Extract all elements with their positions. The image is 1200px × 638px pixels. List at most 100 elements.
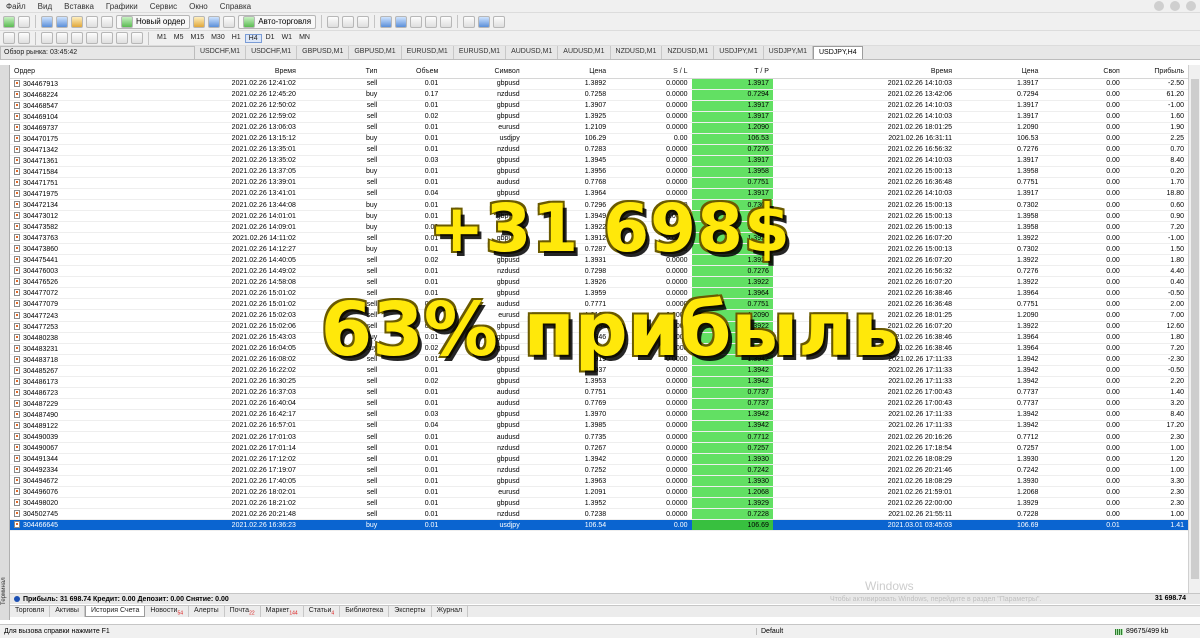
zoom-in-icon[interactable] [380,15,393,28]
table-row[interactable]: 304486173 2021.02.26 16:30:25 sell 0.02 gbpu… [10,376,1188,388]
table-row[interactable]: 304466645 2021.02.26 16:36:23 buy 0.01 usdjp… [10,519,1188,532]
col-volume[interactable]: Объем [381,65,443,79]
timeframe-h4[interactable]: H4 [244,33,262,43]
chart-tab[interactable]: GBPUSD,M1 [349,46,402,59]
periods-icon[interactable] [478,15,491,28]
bar-chart-icon[interactable] [327,15,340,28]
minimize-icon[interactable] [1154,1,1164,11]
chart-tab[interactable]: AUDUSD,M1 [558,46,611,59]
col-close-price[interactable]: Цена [955,65,1043,79]
menu-item[interactable]: Справка [214,2,257,11]
table-row[interactable]: 304472134 2021.02.26 13:44:08 buy 0.01 nzdus… [10,199,1188,212]
table-row[interactable]: 304468547 2021.02.26 12:50:02 sell 0.01 gbpu… [10,100,1188,112]
horizontal-line-icon[interactable] [56,32,68,44]
table-row[interactable]: 304486723 2021.02.26 16:37:03 sell 0.01 audu… [10,387,1188,399]
table-row[interactable]: 304480238 2021.02.26 15:43:03 buy 0.01 gbpus… [10,332,1188,344]
candlestick-icon[interactable] [342,15,355,28]
terminal-tab[interactable]: Маркет144 [261,606,304,617]
col-tp[interactable]: T / P [691,65,773,79]
table-row[interactable]: 304473012 2021.02.26 14:01:01 buy 0.01 gbpus… [10,210,1188,223]
data-window-icon[interactable] [56,15,68,28]
table-row[interactable]: 304471361 2021.02.26 13:35:02 sell 0.03 gbpu… [10,155,1188,167]
templates-icon[interactable] [493,15,506,28]
col-sl[interactable]: S / L [610,65,692,79]
arrows-icon[interactable] [131,32,143,44]
chart-shift-icon[interactable] [440,15,453,28]
indicators-icon[interactable] [463,15,476,28]
terminal-tab[interactable]: Статьи4 [304,606,341,617]
col-profit[interactable]: Прибыль [1123,65,1188,79]
navigator-icon[interactable] [71,15,83,28]
table-row[interactable]: 304502745 2021.02.26 20:21:48 sell 0.01 nzdu… [10,508,1188,521]
col-symbol[interactable]: Символ [442,65,524,79]
timeframe-h1[interactable]: H1 [229,34,244,43]
table-row[interactable]: 304477253 2021.02.26 15:02:06 sell 0.03 gbpu… [10,321,1188,333]
timeframe-m15[interactable]: M15 [187,34,207,43]
terminal-tab[interactable]: Торговля [10,606,51,617]
cursor-icon[interactable] [3,32,15,44]
menu-item[interactable]: Окно [183,2,214,11]
metaeditor-icon[interactable] [193,15,206,28]
chart-tab[interactable]: USDJPY,M1 [714,46,764,59]
close-icon[interactable] [1186,1,1196,11]
terminal-tab[interactable]: Активы [50,606,85,617]
table-row[interactable]: 304483718 2021.02.26 16:08:02 sell 0.01 gbpu… [10,354,1188,366]
signals-icon[interactable] [208,15,221,28]
menu-item[interactable]: Вид [32,2,58,11]
new-order-button[interactable]: Новый ордер [116,14,191,29]
market-watch-icon[interactable] [41,15,53,28]
timeframe-m5[interactable]: M5 [171,34,187,43]
table-row[interactable]: 304477072 2021.02.26 15:01:02 sell 0.01 gbpu… [10,287,1188,300]
new-chart-icon[interactable] [3,15,15,28]
autoscroll-icon[interactable] [425,15,438,28]
table-row[interactable]: 304473763 2021.02.26 14:11:02 sell 0.01 gbpu… [10,232,1188,245]
terminal-tab[interactable]: Библиотека [340,606,390,617]
table-row[interactable]: 304496076 2021.02.26 18:02:01 sell 0.01 euru… [10,486,1188,499]
terminal-tab[interactable]: Алерты [189,606,225,617]
table-row[interactable]: 304490039 2021.02.26 17:01:03 sell 0.01 audu… [10,431,1188,444]
table-row[interactable]: 304471342 2021.02.26 13:35:01 sell 0.01 nzdu… [10,144,1188,156]
chart-tab[interactable]: USDJPY,H4 [813,46,863,59]
table-row[interactable]: 304494672 2021.02.26 17:40:05 sell 0.01 gbpu… [10,475,1188,488]
table-row[interactable]: 304471975 2021.02.26 13:41:01 sell 0.04 gbpu… [10,188,1188,201]
col-time[interactable]: Время [116,65,300,79]
table-row[interactable]: 304487490 2021.02.26 16:42:17 sell 0.03 gbpu… [10,409,1188,421]
chart-tab[interactable]: GBPUSD,M1 [297,46,350,59]
profiles-icon[interactable] [18,15,30,28]
table-row[interactable]: 304483231 2021.02.26 16:04:05 buy 0.02 gbpus… [10,343,1188,355]
menu-item[interactable]: Файл [0,2,32,11]
table-row[interactable]: 304489122 2021.02.26 16:57:01 sell 0.04 gbpu… [10,420,1188,433]
chart-tab[interactable]: USDCHF,M1 [246,46,298,59]
menu-item[interactable]: Графики [100,2,144,11]
terminal-tab[interactable]: Журнал [432,606,469,617]
chart-tab[interactable]: NZDUSD,M1 [611,46,663,59]
table-row[interactable]: 304476526 2021.02.26 14:58:08 sell 0.01 gbpu… [10,276,1188,289]
chart-tab[interactable]: EURUSD,M1 [402,46,454,59]
chart-tab[interactable]: USDJPY,M1 [764,46,813,59]
table-row[interactable]: 304477243 2021.02.26 15:02:03 sell 0.01 euru… [10,309,1188,322]
table-row[interactable]: 304477079 2021.02.26 15:01:02 sell 0.01 audu… [10,298,1188,311]
col-price[interactable]: Цена [523,65,611,79]
terminal-tab[interactable]: Новости54 [145,606,190,617]
menu-item[interactable]: Сервис [144,2,183,11]
terminal-icon[interactable] [86,15,98,28]
table-row[interactable]: 304476003 2021.02.26 14:49:02 sell 0.01 nzdu… [10,265,1188,278]
table-row[interactable]: 304498020 2021.02.26 18:21:02 sell 0.01 gbpu… [10,497,1188,510]
table-row[interactable]: 304473860 2021.02.26 14:12:27 buy 0.01 nzdus… [10,243,1188,256]
table-row[interactable]: 304471751 2021.02.26 13:39:01 sell 0.01 audu… [10,177,1188,189]
text-tool-icon[interactable] [116,32,128,44]
timeframe-m30[interactable]: M30 [208,34,228,43]
table-row[interactable]: 304490067 2021.02.26 17:01:14 sell 0.01 nzdu… [10,442,1188,455]
chart-tab[interactable]: AUDUSD,M1 [506,46,559,59]
table-row[interactable]: 304485267 2021.02.26 16:22:02 sell 0.01 gbpu… [10,365,1188,377]
chart-tab[interactable]: USDCHF,M1 [195,46,247,59]
table-row[interactable]: 304471584 2021.02.26 13:37:05 buy 0.01 gbpus… [10,166,1188,178]
table-row[interactable]: 304492334 2021.02.26 17:19:07 sell 0.01 nzdu… [10,464,1188,477]
terminal-tab[interactable]: Эксперты [389,606,432,617]
table-row[interactable]: 304473582 2021.02.26 14:09:01 buy 0.02 gbpus… [10,221,1188,234]
col-close-time[interactable]: Время [772,65,956,79]
zoom-out-icon[interactable] [395,15,408,28]
vertical-line-icon[interactable] [41,32,53,44]
table-row[interactable]: 304470175 2021.02.26 13:15:12 buy 0.01 usdjp… [10,133,1188,145]
table-row[interactable]: 304469737 2021.02.26 13:06:03 sell 0.01 euru… [10,122,1188,134]
